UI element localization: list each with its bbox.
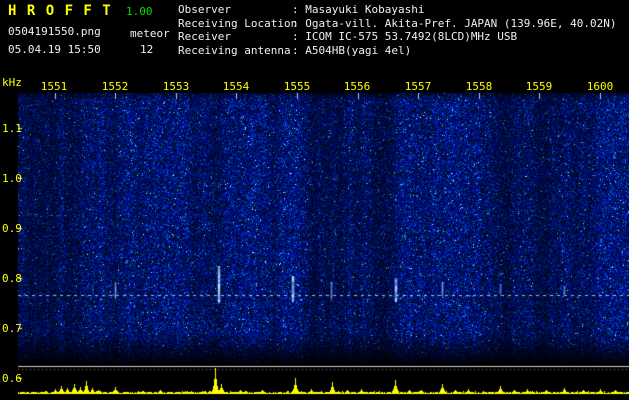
- info-label: Observer: [178, 3, 231, 16]
- info-row-location: Receiving Location: Ogata-vill. Akita-Pr…: [178, 17, 617, 31]
- info-value: Ogata-vill. Akita-Pref. JAPAN (139.96E, …: [305, 16, 617, 30]
- info-label: Receiving Location: [178, 16, 298, 30]
- frequency-axis-unit: kHz: [2, 76, 22, 89]
- station-info: Observer: Masayuki Kobayashi Receiving L…: [178, 3, 617, 57]
- time-tick-label: 1559: [525, 80, 553, 93]
- time-tick-label: 1557: [404, 80, 432, 93]
- time-tick-label: 1552: [101, 80, 129, 93]
- output-filename: 0504191550.png: [8, 25, 101, 38]
- time-tick-label: 1554: [222, 80, 250, 93]
- colon: :: [292, 16, 306, 30]
- time-tick-label: 1600: [586, 80, 614, 93]
- info-value: ICOM IC-575 53.7492(8LCD)MHz USB: [305, 30, 518, 43]
- freq-tick-label: 1.1: [2, 122, 22, 135]
- freq-tick-label: 0.9: [2, 222, 22, 235]
- info-value: Masayuki Kobayashi: [305, 3, 425, 16]
- info-value: A504HB(yagi 4el): [305, 43, 412, 57]
- info-row-antenna: Receiving antenna: A504HB(yagi 4el): [178, 44, 617, 58]
- freq-tick-label: 0.8: [2, 272, 22, 285]
- time-tick-label: 1553: [162, 80, 190, 93]
- info-row-observer: Observer: Masayuki Kobayashi: [178, 3, 617, 17]
- freq-tick-label: 0.7: [2, 322, 22, 335]
- meteor-count: 12: [140, 43, 154, 56]
- colon: :: [292, 30, 306, 43]
- mode-label: meteor: [130, 27, 170, 40]
- colon: :: [292, 43, 306, 57]
- freq-tick-label: 0.6: [2, 372, 22, 385]
- info-label: Receiving antenna: [178, 43, 291, 57]
- info-row-receiver: Receiver: ICOM IC-575 53.7492(8LCD)MHz U…: [178, 30, 617, 44]
- info-label: Receiver: [178, 30, 231, 43]
- timestamp: 05.04.19 15:50: [8, 43, 101, 56]
- time-tick-label: 1551: [40, 80, 68, 93]
- hrofft-window: H R O F F T 1.00 0504191550.png meteor 0…: [0, 0, 629, 400]
- spectrogram-canvas: [0, 75, 629, 400]
- time-tick-label: 1558: [465, 80, 493, 93]
- app-version: 1.00: [126, 5, 153, 18]
- time-tick-label: 1555: [283, 80, 311, 93]
- app-title: H R O F F T: [8, 3, 112, 19]
- freq-tick-label: 1.0: [2, 172, 22, 185]
- colon: :: [292, 3, 306, 16]
- time-tick-label: 1556: [343, 80, 371, 93]
